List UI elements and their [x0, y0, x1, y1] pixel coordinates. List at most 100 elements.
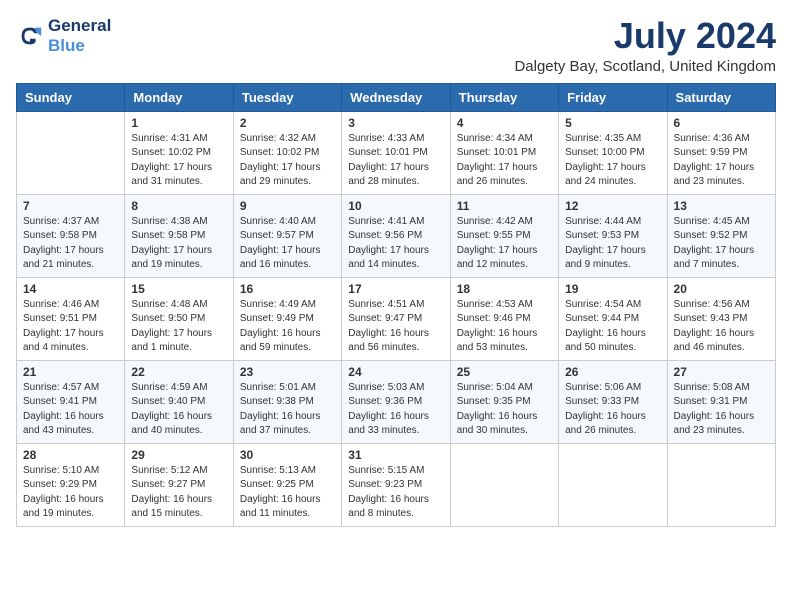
day-content: Sunrise: 4:54 AM Sunset: 9:44 PM Dayligh… [565, 298, 660, 356]
day-content: Sunrise: 5:10 AM Sunset: 9:29 PM Dayligh… [23, 464, 118, 522]
calendar-cell: 7 Sunrise: 4:37 AM Sunset: 9:58 PM Daylig… [17, 194, 125, 277]
day-content: Sunrise: 4:57 AM Sunset: 9:41 PM Dayligh… [23, 381, 118, 439]
day-number: 19 [565, 282, 660, 296]
day-number: 13 [674, 199, 769, 213]
header-cell-tuesday: Tuesday [233, 83, 341, 111]
day-content: Sunrise: 4:48 AM Sunset: 9:50 PM Dayligh… [131, 298, 226, 356]
calendar-header: SundayMondayTuesdayWednesdayThursdayFrid… [17, 83, 776, 111]
header-row: SundayMondayTuesdayWednesdayThursdayFrid… [17, 83, 776, 111]
location: Dalgety Bay, Scotland, United Kingdom [514, 58, 776, 75]
day-content: Sunrise: 4:49 AM Sunset: 9:49 PM Dayligh… [240, 298, 335, 356]
week-row-1: 1Sunrise: 4:31 AM Sunset: 10:02 PM Dayli… [17, 111, 776, 194]
day-number: 9 [240, 199, 335, 213]
title-block: July 2024 Dalgety Bay, Scotland, United … [514, 16, 776, 75]
page-header: General Blue July 2024 Dalgety Bay, Scot… [16, 16, 776, 75]
day-number: 17 [348, 282, 443, 296]
day-content: Sunrise: 4:53 AM Sunset: 9:46 PM Dayligh… [457, 298, 552, 356]
calendar-cell: 22 Sunrise: 4:59 AM Sunset: 9:40 PM Dayli… [125, 360, 233, 443]
calendar-cell [667, 443, 775, 526]
header-cell-friday: Friday [559, 83, 667, 111]
day-number: 15 [131, 282, 226, 296]
day-content: Sunrise: 4:45 AM Sunset: 9:52 PM Dayligh… [674, 215, 769, 273]
calendar-cell: 30 Sunrise: 5:13 AM Sunset: 9:25 PM Dayli… [233, 443, 341, 526]
calendar-cell: 21Sunrise: 4:57 AM Sunset: 9:41 PM Dayli… [17, 360, 125, 443]
logo-icon [16, 22, 44, 50]
day-number: 22 [131, 365, 226, 379]
calendar-cell [559, 443, 667, 526]
day-number: 29 [131, 448, 226, 462]
week-row-5: 28 Sunrise: 5:10 AM Sunset: 9:29 PM Dayli… [17, 443, 776, 526]
calendar-cell: 3 Sunrise: 4:33 AM Sunset: 10:01 PM Dayli… [342, 111, 450, 194]
header-cell-saturday: Saturday [667, 83, 775, 111]
calendar-cell: 4 Sunrise: 4:34 AM Sunset: 10:01 PM Dayli… [450, 111, 558, 194]
day-content: Sunrise: 4:40 AM Sunset: 9:57 PM Dayligh… [240, 215, 335, 273]
calendar-cell: 11 Sunrise: 4:42 AM Sunset: 9:55 PM Dayli… [450, 194, 558, 277]
logo-text: General Blue [48, 16, 111, 57]
calendar-cell [17, 111, 125, 194]
calendar-cell: 25 Sunrise: 5:04 AM Sunset: 9:35 PM Dayli… [450, 360, 558, 443]
week-row-2: 7 Sunrise: 4:37 AM Sunset: 9:58 PM Daylig… [17, 194, 776, 277]
calendar-cell: 20 Sunrise: 4:56 AM Sunset: 9:43 PM Dayli… [667, 277, 775, 360]
calendar-cell: 18 Sunrise: 4:53 AM Sunset: 9:46 PM Dayli… [450, 277, 558, 360]
calendar-cell: 9 Sunrise: 4:40 AM Sunset: 9:57 PM Daylig… [233, 194, 341, 277]
day-content: Sunrise: 4:42 AM Sunset: 9:55 PM Dayligh… [457, 215, 552, 273]
day-number: 18 [457, 282, 552, 296]
day-number: 10 [348, 199, 443, 213]
calendar-cell [450, 443, 558, 526]
day-content: Sunrise: 5:03 AM Sunset: 9:36 PM Dayligh… [348, 381, 443, 439]
day-number: 20 [674, 282, 769, 296]
day-number: 4 [457, 116, 552, 130]
day-number: 25 [457, 365, 552, 379]
day-number: 31 [348, 448, 443, 462]
header-cell-wednesday: Wednesday [342, 83, 450, 111]
day-number: 30 [240, 448, 335, 462]
calendar-cell: 23Sunrise: 5:01 AM Sunset: 9:38 PM Dayli… [233, 360, 341, 443]
calendar-cell: 27Sunrise: 5:08 AM Sunset: 9:31 PM Dayli… [667, 360, 775, 443]
day-content: Sunrise: 4:33 AM Sunset: 10:01 PM Daylig… [348, 132, 443, 190]
header-cell-thursday: Thursday [450, 83, 558, 111]
day-content: Sunrise: 5:15 AM Sunset: 9:23 PM Dayligh… [348, 464, 443, 522]
header-cell-sunday: Sunday [17, 83, 125, 111]
day-content: Sunrise: 4:34 AM Sunset: 10:01 PM Daylig… [457, 132, 552, 190]
calendar-cell: 5 Sunrise: 4:35 AM Sunset: 10:00 PM Dayli… [559, 111, 667, 194]
day-number: 7 [23, 199, 118, 213]
calendar-cell: 29Sunrise: 5:12 AM Sunset: 9:27 PM Dayli… [125, 443, 233, 526]
calendar-cell: 28 Sunrise: 5:10 AM Sunset: 9:29 PM Dayli… [17, 443, 125, 526]
calendar-cell: 14 Sunrise: 4:46 AM Sunset: 9:51 PM Dayli… [17, 277, 125, 360]
day-content: Sunrise: 5:13 AM Sunset: 9:25 PM Dayligh… [240, 464, 335, 522]
day-number: 14 [23, 282, 118, 296]
day-content: Sunrise: 5:06 AM Sunset: 9:33 PM Dayligh… [565, 381, 660, 439]
header-cell-monday: Monday [125, 83, 233, 111]
calendar-body: 1Sunrise: 4:31 AM Sunset: 10:02 PM Dayli… [17, 111, 776, 526]
day-content: Sunrise: 4:56 AM Sunset: 9:43 PM Dayligh… [674, 298, 769, 356]
day-content: Sunrise: 4:32 AM Sunset: 10:02 PM Daylig… [240, 132, 335, 190]
day-number: 3 [348, 116, 443, 130]
day-number: 11 [457, 199, 552, 213]
calendar-cell: 13 Sunrise: 4:45 AM Sunset: 9:52 PM Dayli… [667, 194, 775, 277]
calendar-cell: 26 Sunrise: 5:06 AM Sunset: 9:33 PM Dayli… [559, 360, 667, 443]
day-content: Sunrise: 4:46 AM Sunset: 9:51 PM Dayligh… [23, 298, 118, 356]
calendar-cell: 24Sunrise: 5:03 AM Sunset: 9:36 PM Dayli… [342, 360, 450, 443]
calendar-cell: 31 Sunrise: 5:15 AM Sunset: 9:23 PM Dayli… [342, 443, 450, 526]
day-content: Sunrise: 5:04 AM Sunset: 9:35 PM Dayligh… [457, 381, 552, 439]
day-number: 1 [131, 116, 226, 130]
calendar-cell: 10Sunrise: 4:41 AM Sunset: 9:56 PM Dayli… [342, 194, 450, 277]
week-row-4: 21Sunrise: 4:57 AM Sunset: 9:41 PM Dayli… [17, 360, 776, 443]
week-row-3: 14 Sunrise: 4:46 AM Sunset: 9:51 PM Dayli… [17, 277, 776, 360]
day-number: 28 [23, 448, 118, 462]
day-number: 6 [674, 116, 769, 130]
day-content: Sunrise: 4:36 AM Sunset: 9:59 PM Dayligh… [674, 132, 769, 190]
calendar-cell: 1Sunrise: 4:31 AM Sunset: 10:02 PM Dayli… [125, 111, 233, 194]
month-title: July 2024 [514, 16, 776, 56]
day-number: 8 [131, 199, 226, 213]
day-content: Sunrise: 4:59 AM Sunset: 9:40 PM Dayligh… [131, 381, 226, 439]
calendar-table: SundayMondayTuesdayWednesdayThursdayFrid… [16, 83, 776, 527]
day-number: 5 [565, 116, 660, 130]
calendar-cell: 12Sunrise: 4:44 AM Sunset: 9:53 PM Dayli… [559, 194, 667, 277]
day-content: Sunrise: 4:37 AM Sunset: 9:58 PM Dayligh… [23, 215, 118, 273]
day-number: 16 [240, 282, 335, 296]
day-number: 26 [565, 365, 660, 379]
day-content: Sunrise: 4:35 AM Sunset: 10:00 PM Daylig… [565, 132, 660, 190]
calendar-cell: 16 Sunrise: 4:49 AM Sunset: 9:49 PM Dayli… [233, 277, 341, 360]
calendar-cell: 17Sunrise: 4:51 AM Sunset: 9:47 PM Dayli… [342, 277, 450, 360]
